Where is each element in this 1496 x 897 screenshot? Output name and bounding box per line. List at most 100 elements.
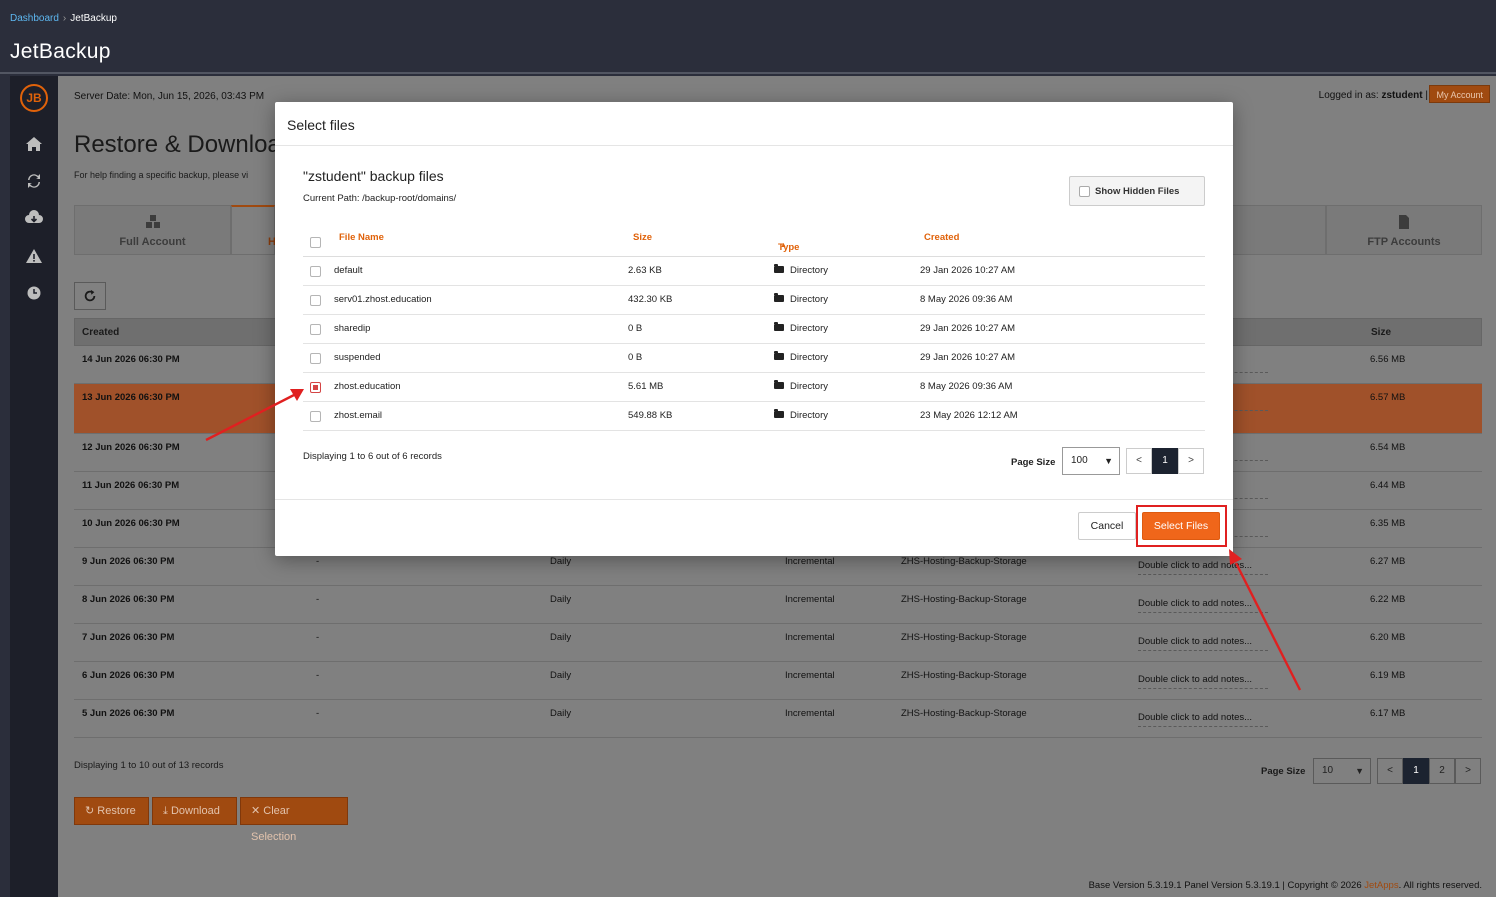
backup-account: -: [316, 594, 320, 605]
modal-footer-divider: [275, 499, 1233, 500]
file-type: Directory: [774, 380, 828, 392]
restore-button[interactable]: ↻ Restore: [74, 797, 149, 825]
clear-selection-button[interactable]: ✕ Clear Selection: [240, 797, 348, 843]
file-row[interactable]: zhost.education 5.61 MB Directory 8 May 202…: [303, 373, 1205, 402]
file-checkbox[interactable]: [310, 382, 321, 393]
backup-size: 6.19 MB: [1370, 670, 1406, 681]
folder-icon: [774, 293, 784, 302]
file-type-label: Directory: [790, 294, 829, 305]
file-checkbox[interactable]: [310, 266, 321, 277]
file-checkbox[interactable]: [310, 353, 321, 364]
file-checkbox[interactable]: [310, 295, 321, 306]
modal-subtitle: "zstudent" backup files: [303, 168, 444, 184]
prev-page-button[interactable]: <: [1377, 758, 1403, 784]
select-all-checkbox[interactable]: [310, 237, 321, 248]
file-size: 549.88 KB: [628, 410, 673, 421]
table-row[interactable]: 5 Jun 2026 06:30 PM - Daily Incremental ZHS-…: [74, 700, 1482, 738]
close-icon: ✕: [251, 805, 261, 817]
next-page-button[interactable]: >: [1455, 758, 1481, 784]
file-type-label: Directory: [790, 410, 829, 421]
sync-icon[interactable]: [22, 169, 46, 193]
cloud-download-icon[interactable]: [22, 206, 46, 230]
backup-size: 6.54 MB: [1370, 442, 1406, 453]
show-hidden-files-toggle[interactable]: Show Hidden Files: [1069, 176, 1205, 206]
breadcrumb-dashboard-link[interactable]: Dashboard: [10, 13, 59, 24]
backup-notes[interactable]: Double click to add notes...: [1138, 560, 1268, 575]
backup-created: 6 Jun 2026 06:30 PM: [82, 670, 175, 681]
show-hidden-label: Show Hidden Files: [1095, 186, 1180, 197]
file-row[interactable]: zhost.email 549.88 KB Directory 23 May 2026…: [303, 402, 1205, 431]
page-size-select[interactable]: 10 ▼: [1313, 758, 1371, 784]
backup-notes[interactable]: Double click to add notes...: [1138, 712, 1268, 727]
chevron-down-icon: ▼: [1104, 456, 1113, 466]
file-row[interactable]: suspended 0 B Directory 29 Jan 2026 10:27 A…: [303, 344, 1205, 373]
column-file-size[interactable]: Size: [633, 232, 652, 243]
tab-full-account[interactable]: Full Account: [74, 205, 231, 255]
file-row[interactable]: sharedip 0 B Directory 29 Jan 2026 10:27 AM: [303, 315, 1205, 344]
page-size-label: Page Size: [1261, 766, 1306, 777]
backup-size: 6.57 MB: [1370, 392, 1406, 403]
column-file-created[interactable]: Created: [924, 232, 959, 243]
column-size[interactable]: Size: [1371, 327, 1391, 338]
files-next-page-button[interactable]: >: [1178, 448, 1204, 474]
file-row[interactable]: default 2.63 KB Directory 29 Jan 2026 10:27…: [303, 257, 1205, 286]
download-button[interactable]: ⤓ Download: [152, 797, 237, 825]
cancel-button[interactable]: Cancel: [1078, 512, 1136, 540]
jetbackup-logo-icon[interactable]: JB: [20, 84, 48, 112]
home-icon[interactable]: [22, 132, 46, 156]
backups-pager: Page Size 10 ▼ < 1 2 >: [1261, 758, 1491, 786]
backup-account: -: [316, 708, 320, 719]
backup-type: Incremental: [785, 632, 835, 643]
backup-notes[interactable]: Double click to add notes...: [1138, 674, 1268, 689]
files-table-header: File Name Size Type ▲ Created: [303, 222, 1205, 257]
files-page-size-select[interactable]: 100 ▼: [1062, 447, 1120, 475]
tab-ftp-accounts[interactable]: FTP Accounts: [1326, 205, 1482, 255]
folder-icon: [774, 409, 784, 418]
backup-size: 6.35 MB: [1370, 518, 1406, 529]
backup-type: Incremental: [785, 556, 835, 567]
files-prev-page-button[interactable]: <: [1126, 448, 1152, 474]
table-row[interactable]: 6 Jun 2026 06:30 PM - Daily Incremental ZHS-…: [74, 662, 1482, 700]
backup-size: 6.27 MB: [1370, 556, 1406, 567]
file-created: 29 Jan 2026 10:27 AM: [920, 352, 1016, 363]
tab-home-directory[interactable]: H: [231, 205, 276, 255]
footer-brand-link[interactable]: JetApps: [1364, 880, 1398, 891]
top-bar: Dashboard › JetBackup JetBackup: [0, 0, 1496, 72]
file-name: default: [334, 265, 363, 276]
restore-icon: ↻: [85, 805, 95, 817]
file-checkbox[interactable]: [310, 324, 321, 335]
backup-storage: ZHS-Hosting-Backup-Storage: [901, 632, 1027, 643]
my-account-button[interactable]: My Account: [1429, 85, 1490, 103]
backup-type: Incremental: [785, 708, 835, 719]
table-row[interactable]: 7 Jun 2026 06:30 PM - Daily Incremental ZHS-…: [74, 624, 1482, 662]
backup-schedule: Daily: [550, 670, 572, 681]
files-page-size-value: 100: [1071, 455, 1088, 466]
folder-icon: [774, 380, 784, 389]
backup-size: 6.22 MB: [1370, 594, 1406, 605]
refresh-button[interactable]: [74, 282, 106, 310]
files-page-1-button[interactable]: 1: [1152, 448, 1178, 474]
page-2-button[interactable]: 2: [1429, 758, 1455, 784]
column-created[interactable]: Created: [82, 327, 119, 338]
backup-storage: ZHS-Hosting-Backup-Storage: [901, 594, 1027, 605]
warning-icon[interactable]: [22, 244, 46, 268]
table-row[interactable]: 8 Jun 2026 06:30 PM - Daily Incremental ZHS-…: [74, 586, 1482, 624]
file-size: 0 B: [628, 352, 643, 363]
backup-notes[interactable]: Double click to add notes...: [1138, 598, 1268, 613]
files-page-size-label: Page Size: [1011, 457, 1056, 468]
file-checkbox[interactable]: [310, 411, 321, 422]
breadcrumb: Dashboard › JetBackup: [10, 13, 117, 24]
page-1-button[interactable]: 1: [1403, 758, 1429, 784]
file-type: Directory: [774, 322, 828, 334]
backup-type: Incremental: [785, 670, 835, 681]
file-row[interactable]: serv01.zhost.education 432.30 KB Directory…: [303, 286, 1205, 315]
clock-icon[interactable]: [22, 281, 46, 305]
backup-created: 7 Jun 2026 06:30 PM: [82, 632, 175, 643]
select-files-button[interactable]: Select Files: [1142, 512, 1220, 540]
file-type: Directory: [774, 351, 828, 363]
download-label: Download: [170, 805, 220, 817]
column-file-name[interactable]: File Name: [339, 232, 384, 243]
files-records-info: Displaying 1 to 6 out of 6 records: [303, 451, 442, 462]
show-hidden-checkbox[interactable]: [1079, 186, 1090, 197]
backup-notes[interactable]: Double click to add notes...: [1138, 636, 1268, 651]
